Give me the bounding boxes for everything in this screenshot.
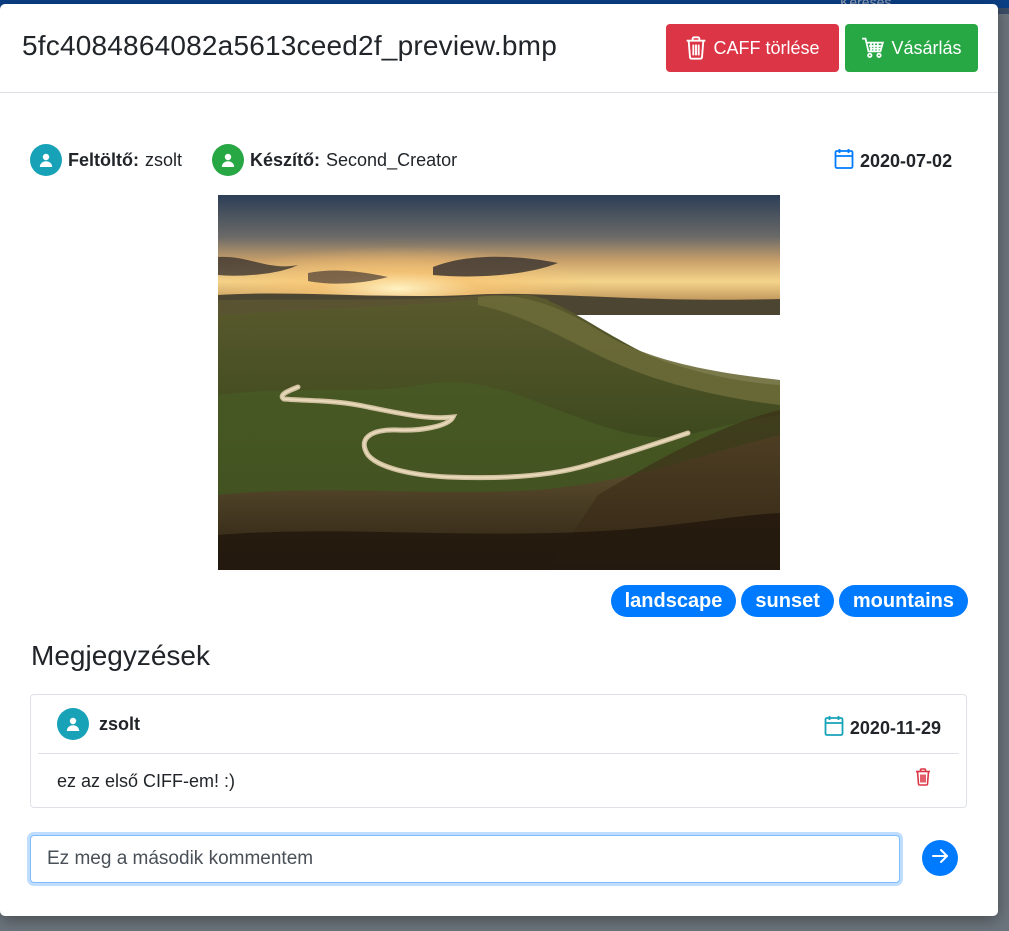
- tag-badge[interactable]: mountains: [838, 585, 968, 617]
- image-detail-modal: 5fc4084864082a5613ceed2f_preview.bmp CAF…: [0, 4, 998, 916]
- tag-list: landscape sunset mountains: [610, 585, 968, 617]
- uploader-label: Feltöltő:: [68, 149, 139, 170]
- user-avatar-icon: [30, 144, 62, 176]
- comment-author-name: zsolt: [99, 713, 141, 734]
- delete-caff-button[interactable]: CAFF törlése: [666, 24, 839, 72]
- creator-label: Készítő:: [250, 149, 321, 170]
- caff-preview-image: [218, 195, 780, 570]
- cart-icon: [861, 37, 885, 59]
- send-comment-button[interactable]: [922, 840, 958, 876]
- buy-button[interactable]: Vásárlás: [845, 24, 978, 72]
- comment-header: zsolt 2020-11-29: [38, 695, 959, 754]
- buy-label: Vásárlás: [891, 37, 962, 58]
- tag-badge[interactable]: landscape: [610, 585, 737, 617]
- comment-text: ez az első CIFF-em! :): [57, 771, 236, 791]
- comment-author: zsolt: [57, 708, 140, 740]
- user-avatar-icon: [57, 708, 89, 740]
- uploader-info: Feltöltő: zsolt: [30, 144, 182, 176]
- delete-caff-label: CAFF törlése: [713, 37, 820, 58]
- creator-avatar-icon: [212, 144, 244, 176]
- arrow-right-icon: [930, 846, 950, 871]
- creator-name: Second_Creator: [326, 149, 458, 170]
- comment-date-text: 2020-11-29: [849, 718, 941, 738]
- upload-date: 2020-07-02: [834, 148, 952, 175]
- comment-card: zsolt 2020-11-29 ez az első CIFF-em! :): [30, 694, 967, 808]
- calendar-icon: [834, 148, 854, 175]
- delete-comment-icon[interactable]: [915, 768, 931, 791]
- modal-title: 5fc4084864082a5613ceed2f_preview.bmp: [22, 30, 557, 61]
- modal-header: 5fc4084864082a5613ceed2f_preview.bmp CAF…: [0, 4, 998, 93]
- comment-date: 2020-11-29: [824, 715, 941, 742]
- uploader-name: zsolt: [144, 149, 182, 170]
- tag-badge[interactable]: sunset: [741, 585, 834, 617]
- upload-date-text: 2020-07-02: [860, 151, 953, 171]
- creator-info: Készítő: Second_Creator: [212, 144, 457, 176]
- trash-icon: [685, 36, 707, 60]
- calendar-icon: [824, 715, 844, 742]
- new-comment-input[interactable]: [30, 835, 900, 883]
- comments-heading: Megjegyzések: [31, 640, 210, 671]
